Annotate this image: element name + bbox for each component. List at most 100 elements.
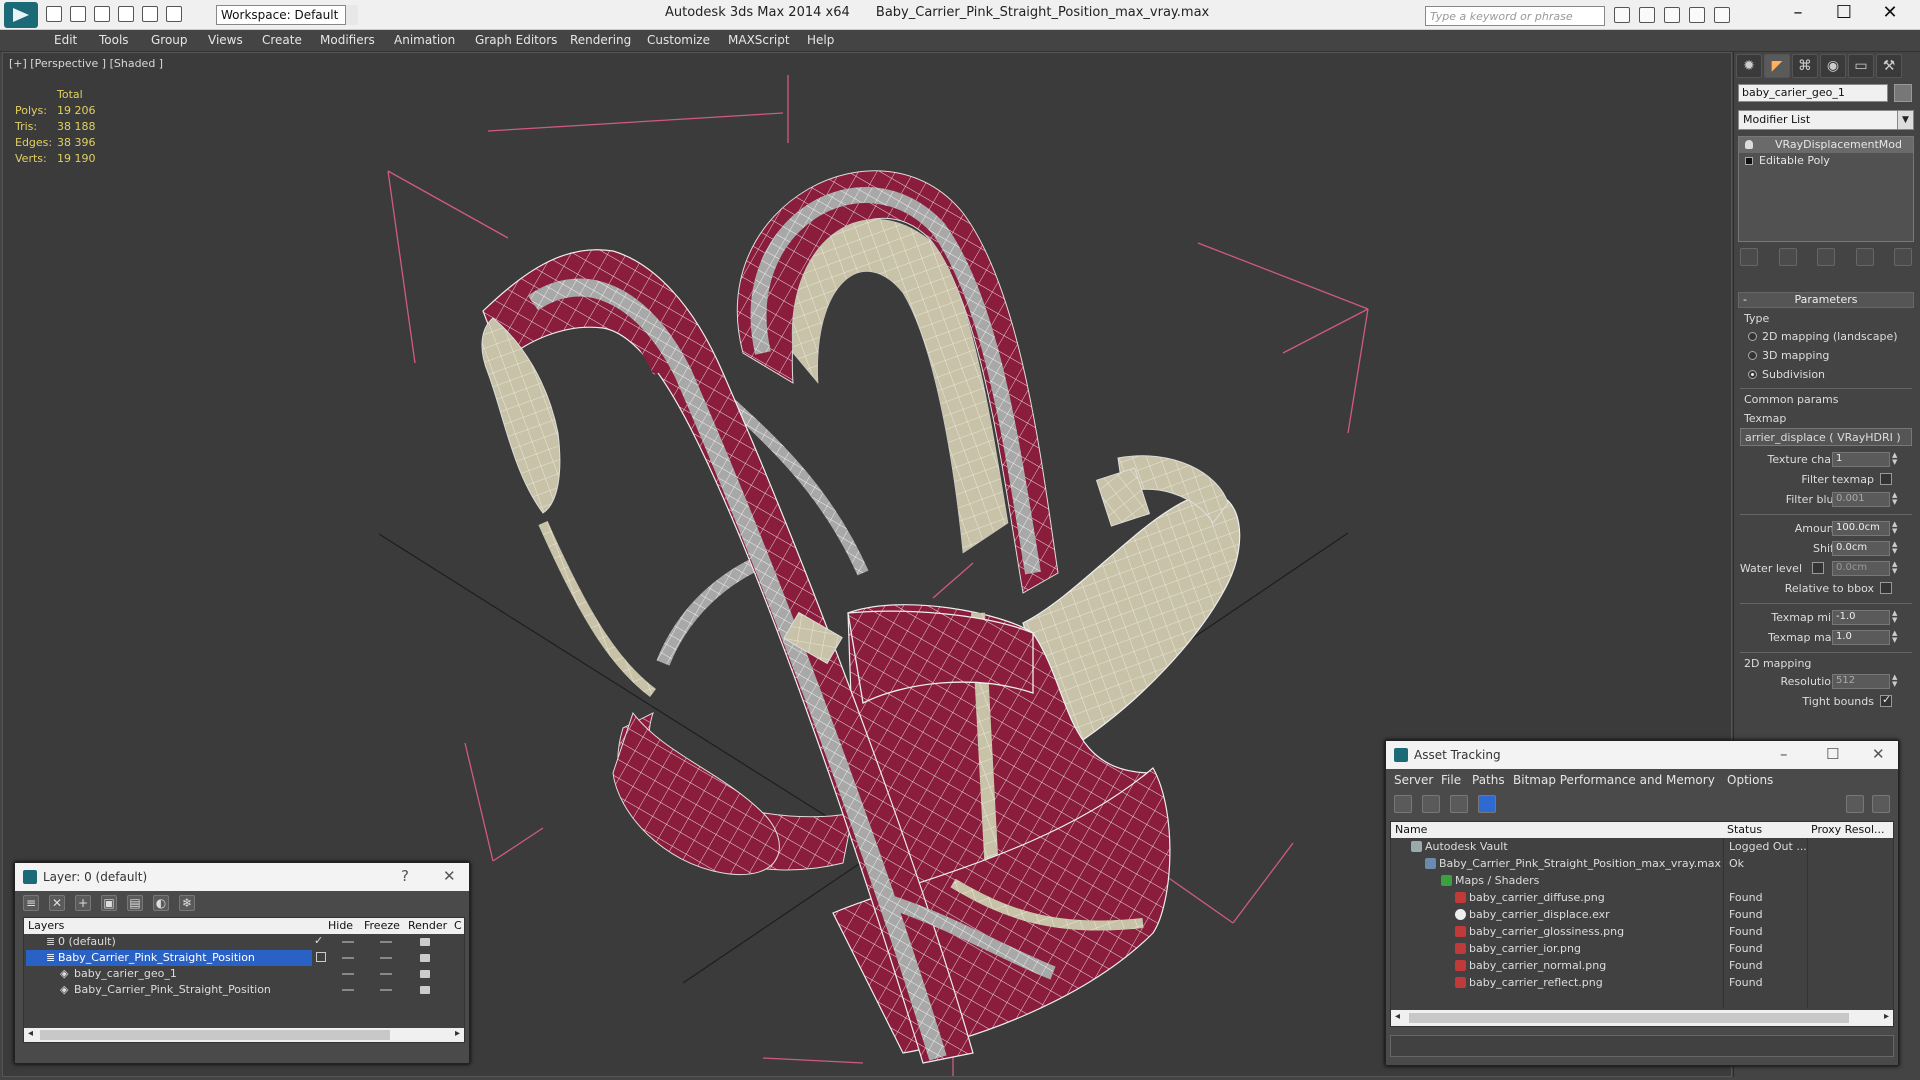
close-button[interactable]: ✕ [1867, 2, 1913, 26]
texmap-min-input[interactable]: -1.0 [1832, 610, 1890, 625]
expand-box-icon[interactable] [1745, 157, 1753, 165]
col-layers[interactable]: Layers [28, 919, 64, 932]
radio-selected-icon[interactable] [1748, 370, 1757, 379]
menu-graph-editors[interactable]: Graph Editors [475, 33, 557, 47]
col-hide[interactable]: Hide [328, 919, 353, 932]
texture-chan-input[interactable]: 1 [1832, 452, 1890, 467]
maximize-icon[interactable]: ☐ [1826, 745, 1839, 763]
asset-row[interactable]: baby_carrier_glossiness.png Found [1391, 923, 1893, 940]
radio-icon[interactable] [1748, 351, 1757, 360]
stack-item-editable-poly[interactable]: Editable Poly [1739, 153, 1913, 169]
asset-row[interactable]: Baby_Carrier_Pink_Straight_Position_max_… [1391, 855, 1893, 872]
modifier-list-dropdown[interactable]: Modifier List ▼ [1738, 110, 1914, 130]
radio-icon[interactable] [1748, 332, 1757, 341]
freeze-toggle[interactable] [380, 957, 392, 959]
filter-blur-input[interactable]: 0.001 [1832, 492, 1890, 507]
refresh-icon[interactable] [1394, 795, 1412, 813]
asset-window-titlebar[interactable]: Asset Tracking – ☐ ✕ [1386, 741, 1898, 769]
render-toggle-icon[interactable] [420, 954, 430, 962]
scroll-left-icon[interactable]: ◂ [1395, 1011, 1400, 1022]
collapse-icon[interactable]: - [1743, 293, 1747, 306]
hide-toggle[interactable] [342, 973, 354, 975]
menu-views[interactable]: Views [208, 33, 243, 47]
layer-name-cell[interactable]: ◈ baby_carier_geo_1 [26, 966, 312, 982]
asset-menu-bitmap[interactable]: Bitmap Performance and Memory [1513, 773, 1715, 787]
configure-sets-icon[interactable] [1894, 248, 1912, 266]
relative-bbox-checkbox[interactable] [1880, 582, 1892, 594]
stack-item-vray-displacement[interactable]: VRayDisplacementMod [1739, 137, 1913, 153]
help-icon[interactable] [1846, 795, 1864, 813]
asset-menu-file[interactable]: File [1441, 773, 1461, 787]
render-toggle-icon[interactable] [420, 938, 430, 946]
create-tab-icon[interactable]: ✹ [1736, 54, 1762, 78]
make-unique-icon[interactable] [1817, 248, 1835, 266]
list-view-icon[interactable] [1422, 795, 1440, 813]
layer-name-cell[interactable]: ◈ Baby_Carrier_Pink_Straight_Position [26, 982, 312, 998]
freeze-all-icon[interactable]: ❄ [179, 895, 195, 911]
help-icon[interactable]: ? [401, 867, 409, 885]
col-status[interactable]: Status [1727, 823, 1762, 836]
spinner-icon[interactable]: ▲ ▼ [1892, 630, 1901, 645]
horizontal-scrollbar[interactable]: ◂ ▸ [1391, 1010, 1893, 1026]
menu-customize[interactable]: Customize [647, 33, 710, 47]
spinner-icon[interactable]: ▲ ▼ [1892, 674, 1901, 689]
tight-bounds-checkbox[interactable] [1880, 693, 1892, 707]
search-input[interactable]: Type a keyword or phrase [1425, 6, 1605, 26]
asset-menu-paths[interactable]: Paths [1472, 773, 1505, 787]
layer-row[interactable]: ◈ Baby_Carrier_Pink_Straight_Position [24, 982, 464, 998]
motion-tab-icon[interactable]: ◉ [1820, 54, 1846, 78]
shift-input[interactable]: 0.0cm [1832, 541, 1890, 556]
settings-icon[interactable] [1872, 795, 1890, 813]
show-end-result-icon[interactable] [1778, 248, 1797, 266]
delete-layer-icon[interactable]: ✕ [49, 895, 65, 911]
asset-row[interactable]: baby_carrier_ior.png Found [1391, 940, 1893, 957]
modify-tab-icon[interactable]: ◤ [1764, 54, 1790, 78]
col-name[interactable]: Name [1395, 823, 1427, 836]
parameters-rollout-header[interactable]: - Parameters [1738, 292, 1914, 308]
freeze-toggle[interactable] [380, 973, 392, 975]
hide-toggle[interactable] [342, 941, 354, 943]
asset-menu-server[interactable]: Server [1394, 773, 1433, 787]
menu-edit[interactable]: Edit [54, 33, 77, 47]
scrollbar-thumb[interactable] [1409, 1013, 1849, 1023]
texmap-max-input[interactable]: 1.0 [1832, 630, 1890, 645]
scroll-right-icon[interactable]: ▸ [455, 1028, 460, 1039]
radio-2d-mapping[interactable]: 2D mapping (landscape) [1738, 327, 1914, 346]
menu-tools[interactable]: Tools [99, 33, 129, 47]
menu-maxscript[interactable]: MAXScript [728, 33, 790, 47]
close-icon[interactable]: ✕ [1872, 745, 1885, 763]
close-icon[interactable]: ✕ [443, 867, 456, 885]
render-toggle-icon[interactable] [420, 970, 430, 978]
menu-modifiers[interactable]: Modifiers [320, 33, 375, 47]
table-view-icon[interactable] [1450, 795, 1468, 813]
minimize-button[interactable]: – [1775, 2, 1821, 26]
hide-toggle[interactable] [342, 989, 354, 991]
workspace-dropdown-arrow-icon[interactable] [345, 5, 358, 25]
subscription-icon[interactable] [1639, 7, 1655, 23]
spinner-icon[interactable]: ▲ ▼ [1892, 610, 1901, 625]
spinner-icon[interactable]: ▲ ▼ [1892, 541, 1901, 556]
grid-view-icon[interactable] [1478, 795, 1496, 813]
asset-path-field[interactable] [1390, 1035, 1894, 1057]
hide-all-icon[interactable]: ◐ [153, 895, 169, 911]
select-objects-icon[interactable]: ▣ [101, 895, 117, 911]
water-level-checkbox[interactable] [1812, 562, 1824, 574]
favorites-star-icon[interactable] [1689, 7, 1705, 23]
display-tab-icon[interactable]: ▭ [1848, 54, 1874, 78]
scroll-right-icon[interactable]: ▸ [1884, 1011, 1889, 1022]
freeze-toggle[interactable] [380, 989, 392, 991]
asset-row[interactable]: Maps / Shaders [1391, 872, 1893, 889]
menu-rendering[interactable]: Rendering [570, 33, 631, 47]
scroll-left-icon[interactable]: ◂ [28, 1028, 33, 1039]
spinner-icon[interactable]: ▲ ▼ [1892, 492, 1901, 507]
utilities-tab-icon[interactable]: ⚒ [1876, 54, 1902, 78]
object-name-field[interactable]: baby_carier_geo_1 [1738, 84, 1888, 102]
workspace-dropdown[interactable]: Workspace: Default [216, 5, 358, 25]
menu-animation[interactable]: Animation [394, 33, 455, 47]
col-color[interactable]: C [454, 919, 462, 932]
add-layer-icon[interactable]: + [75, 895, 91, 911]
texmap-button[interactable]: arrier_displace ( VRayHDRI ) [1740, 428, 1912, 446]
asset-row[interactable]: baby_carrier_displace.exr Found [1391, 906, 1893, 923]
col-render[interactable]: Render [408, 919, 447, 932]
layer-name-cell[interactable]: ≣ Baby_Carrier_Pink_Straight_Position [26, 950, 312, 966]
